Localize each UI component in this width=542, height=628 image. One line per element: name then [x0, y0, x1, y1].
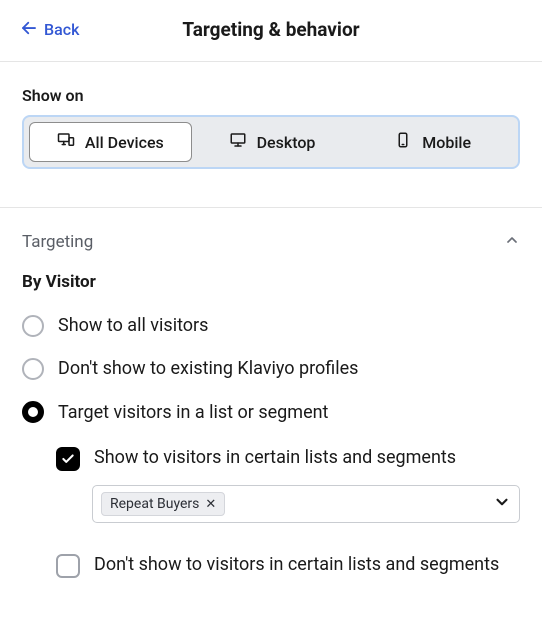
targeting-section-header[interactable]: Targeting: [0, 208, 542, 264]
chip-remove-icon[interactable]: ✕: [205, 497, 216, 512]
checkbox-icon: [56, 447, 80, 471]
by-visitor-heading: By Visitor: [0, 264, 542, 304]
checkbox-icon: [56, 554, 80, 578]
checkbox-label: Don't show to visitors in certain lists …: [94, 553, 499, 577]
visitor-radio-group: Show to all visitors Don't show to exist…: [0, 304, 542, 434]
mobile-icon: [394, 131, 412, 153]
show-on-label: Show on: [22, 86, 520, 105]
desktop-icon: [229, 131, 247, 153]
radio-target-list-segment[interactable]: Target visitors in a list or segment: [22, 391, 520, 434]
checkbox-label: Show to visitors in certain lists and se…: [94, 446, 456, 470]
chevron-up-icon: [504, 232, 520, 252]
back-label: Back: [44, 20, 79, 39]
chip-label: Repeat Buyers: [110, 496, 199, 512]
radio-label: Don't show to existing Klaviyo profiles: [58, 357, 358, 380]
device-option-all[interactable]: All Devices: [29, 122, 192, 162]
show-on-section: Show on All Devices Desktop Mobile: [0, 62, 542, 179]
device-segmented-control: All Devices Desktop Mobile: [22, 115, 520, 169]
radio-icon: [22, 358, 44, 380]
device-option-mobile[interactable]: Mobile: [352, 123, 513, 161]
lists-segments-select[interactable]: Repeat Buyers ✕: [92, 485, 520, 523]
back-button[interactable]: Back: [20, 19, 79, 41]
checkbox-dont-show-in-lists[interactable]: Don't show to visitors in certain lists …: [56, 553, 520, 590]
page-title: Targeting & behavior: [20, 18, 522, 41]
radio-icon: [22, 401, 44, 423]
radio-no-existing-profiles[interactable]: Don't show to existing Klaviyo profiles: [22, 347, 520, 390]
radio-label: Show to all visitors: [58, 314, 208, 337]
radio-all-visitors[interactable]: Show to all visitors: [22, 304, 520, 347]
radio-label: Target visitors in a list or segment: [58, 401, 328, 424]
checkbox-show-in-lists[interactable]: Show to visitors in certain lists and se…: [56, 446, 520, 483]
list-segment-nested: Show to visitors in certain lists and se…: [0, 434, 542, 590]
device-option-desktop[interactable]: Desktop: [192, 123, 353, 161]
device-option-label: Desktop: [257, 133, 316, 152]
radio-icon: [22, 315, 44, 337]
targeting-title: Targeting: [22, 232, 93, 252]
device-option-label: Mobile: [422, 133, 471, 152]
device-option-label: All Devices: [85, 133, 164, 152]
selected-chip: Repeat Buyers ✕: [101, 492, 225, 516]
page-header: Back Targeting & behavior: [0, 0, 542, 62]
chevron-down-icon: [493, 493, 511, 515]
arrow-left-icon: [20, 19, 38, 41]
devices-icon: [57, 131, 75, 153]
